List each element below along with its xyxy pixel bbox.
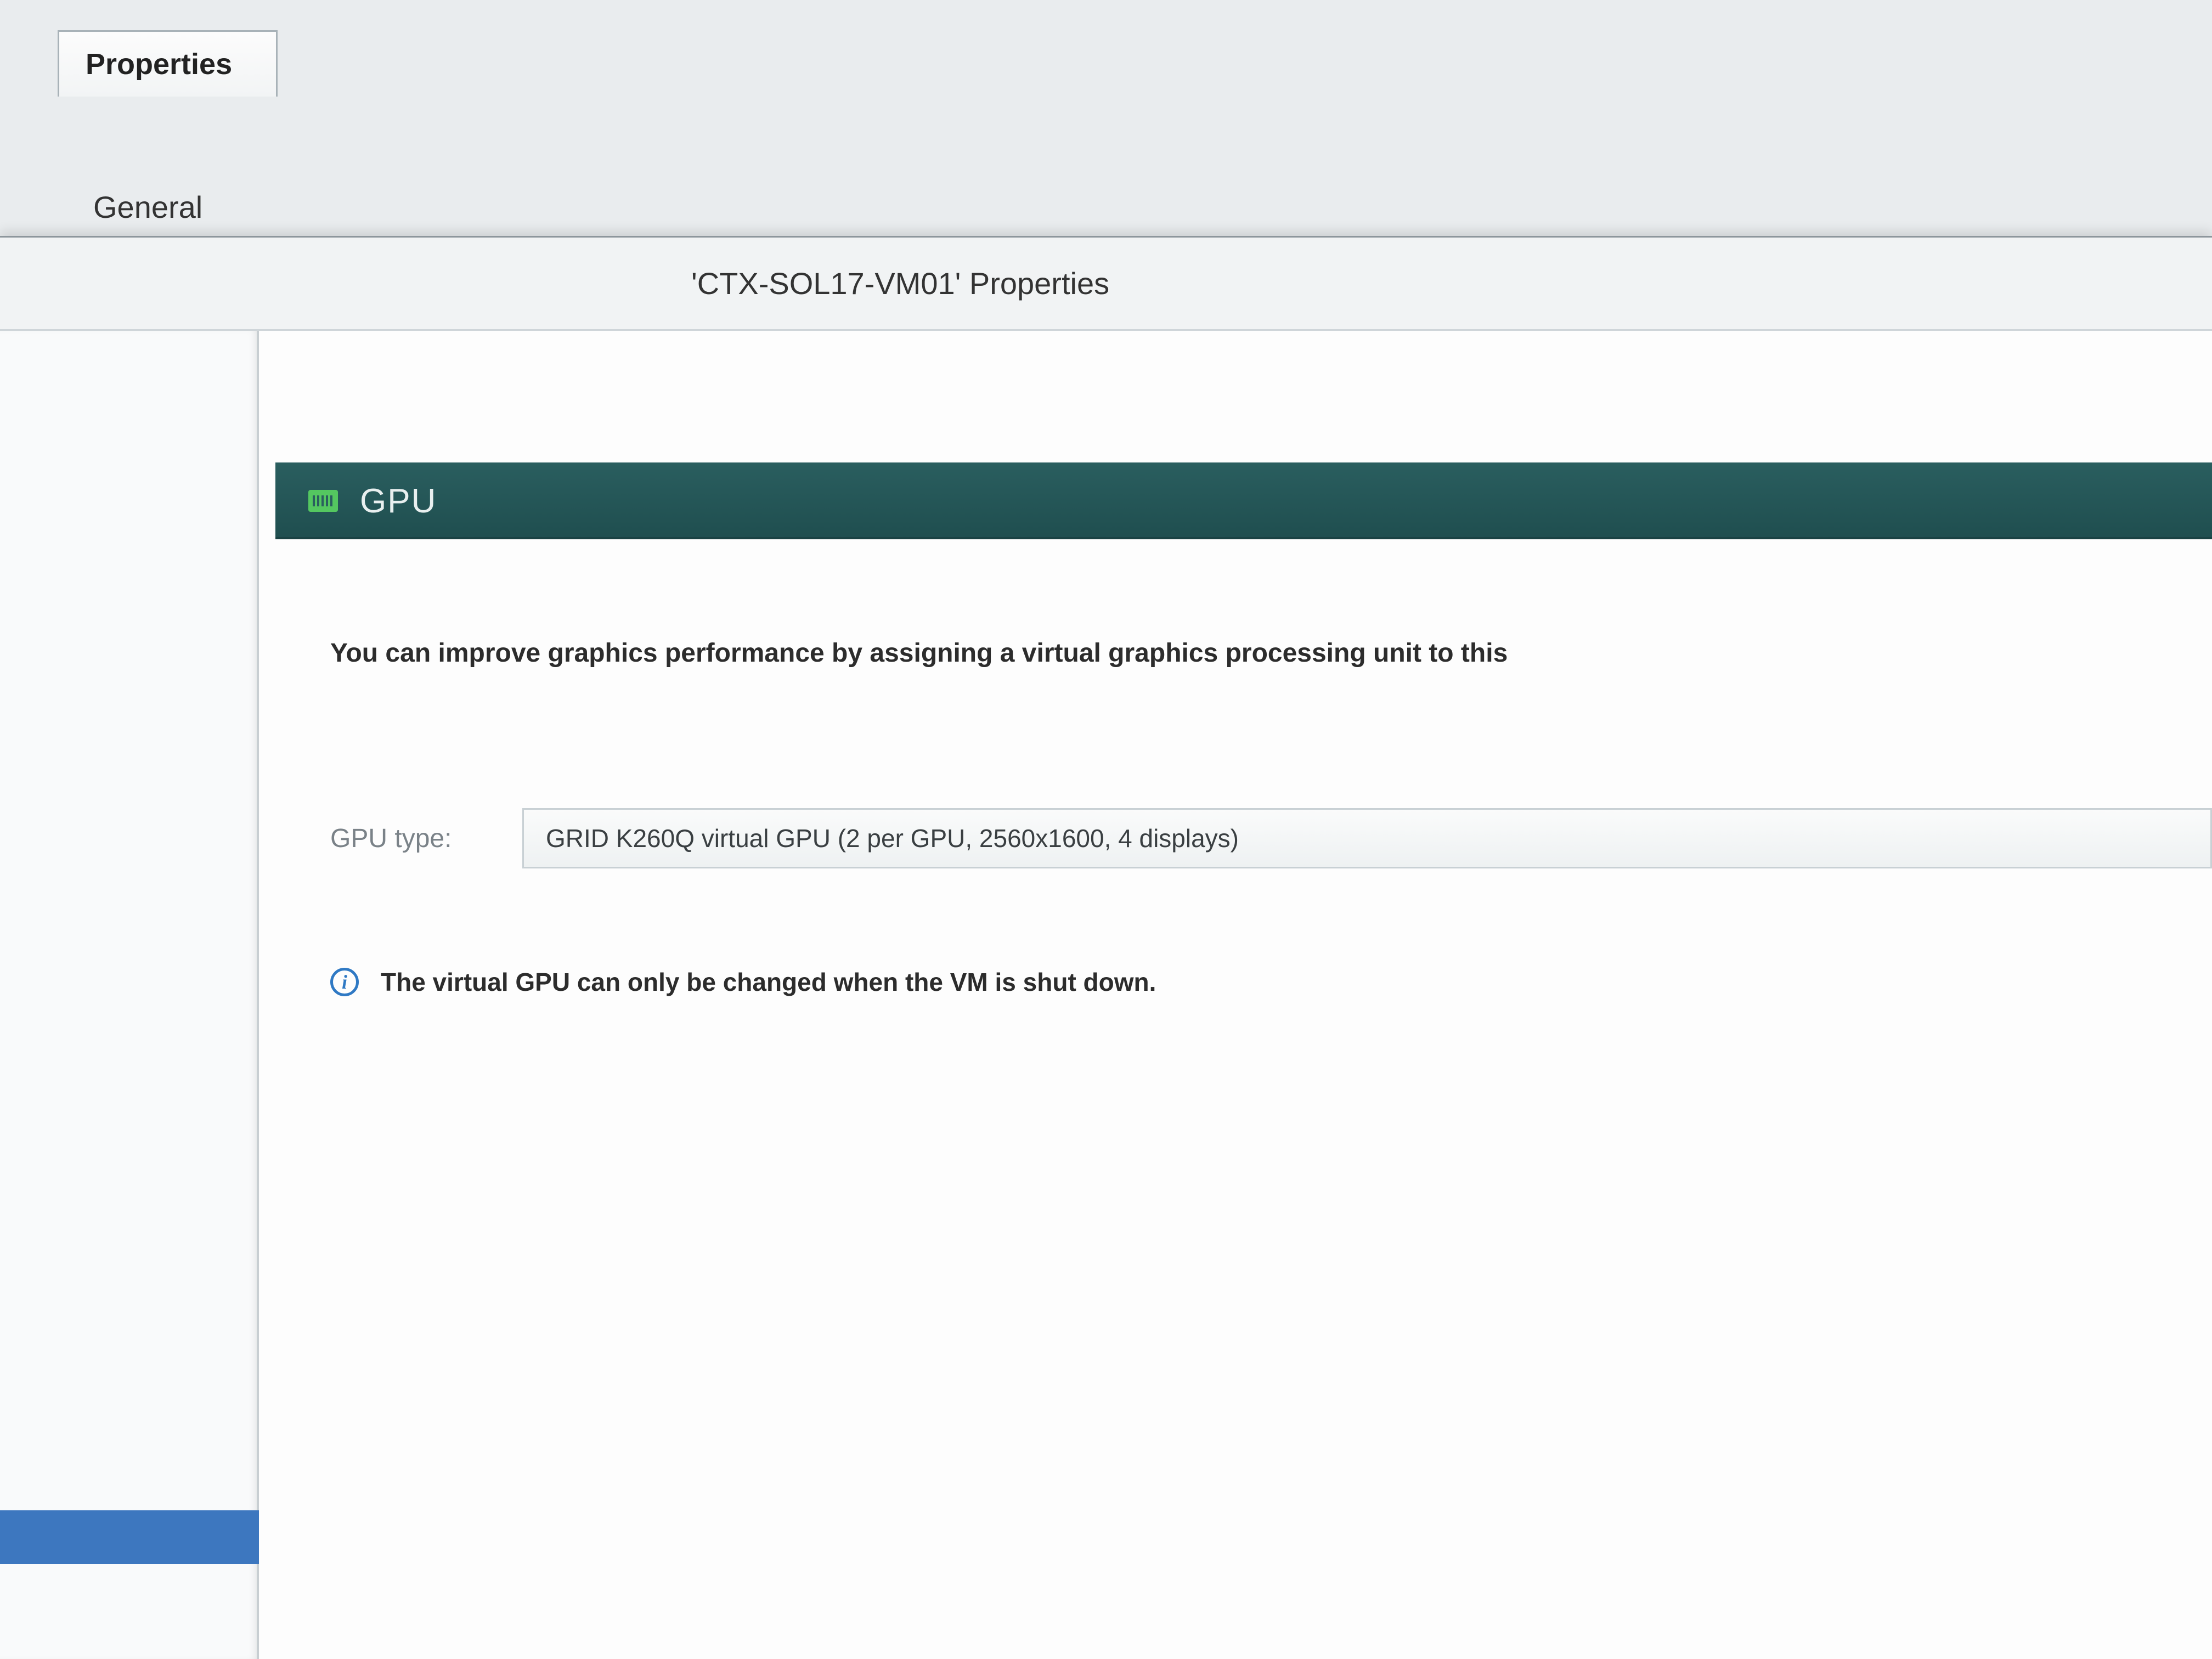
gpu-info-row: i The virtual GPU can only be changed wh… [330, 967, 2190, 997]
vm-properties-dialog: 'CTX-SOL17-VM01' Properties -Drive, Har.… [0, 236, 2212, 1659]
sidebar-item-drive[interactable]: -Drive, Har... [0, 945, 252, 973]
gpu-description: You can improve graphics performance by … [330, 638, 2212, 668]
info-icon: i [330, 968, 359, 996]
gpu-type-row: GPU type: GRID K260Q virtual GPU (2 per … [330, 808, 2212, 868]
gpu-type-label: GPU type: [330, 823, 522, 854]
sidebar-item-standby[interactable]: ble on stan... [0, 1093, 252, 1121]
dialog-pane-gpu: GPU You can improve graphics performance… [259, 331, 2212, 1659]
sidebar-item-tions[interactable]: tions [0, 1593, 252, 1620]
subtab-general[interactable]: General [93, 189, 202, 225]
gpu-info-text: The virtual GPU can only be changed when… [381, 967, 1156, 997]
dialog-title: 'CTX-SOL17-VM01' Properties [0, 238, 2212, 331]
gpu-banner-title: GPU [360, 482, 437, 521]
gpu-banner: GPU [275, 462, 2212, 539]
dialog-sidebar: -Drive, Har... ble on stan... virtual GP… [0, 331, 259, 1659]
background-tabstrip: Properties [58, 30, 278, 97]
tab-properties[interactable]: Properties [58, 30, 278, 97]
sidebar-item-gpu[interactable]: virtual GPU (2 ... [0, 1510, 259, 1564]
gpu-type-select[interactable]: GRID K260Q virtual GPU (2 per GPU, 2560x… [522, 808, 2212, 868]
gpu-chip-icon [308, 490, 338, 512]
